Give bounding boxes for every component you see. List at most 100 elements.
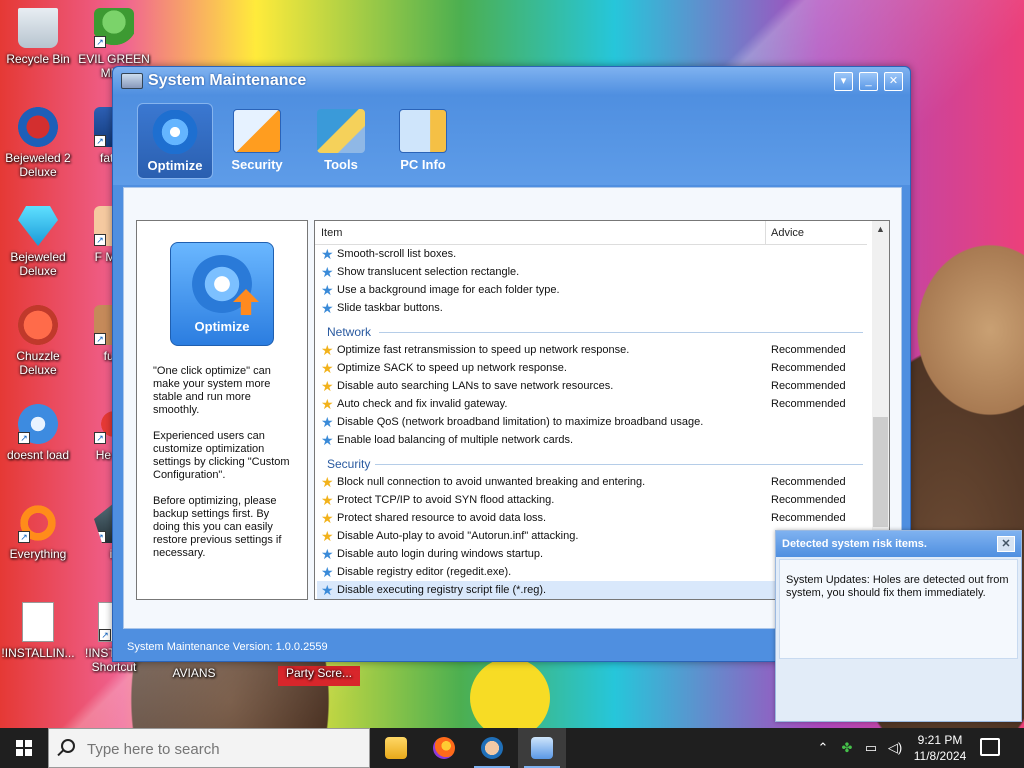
scroll-thumb[interactable] xyxy=(873,417,888,527)
desktop-icon-label: Everything xyxy=(9,547,67,561)
tab-tools[interactable]: Tools xyxy=(303,103,379,179)
desktop-icon-label: Recycle Bin xyxy=(6,52,70,66)
recommended-star-icon: ★ xyxy=(321,528,334,544)
desktop-icon-label: Party Scre... xyxy=(285,666,353,680)
taskbar: ⌃ ✤ ▭ ◁) 9:21 PM 11/8/2024 xyxy=(0,728,1024,768)
list-item-advice: Recommended xyxy=(771,344,846,356)
description-custom: Experienced users can customize optimiza… xyxy=(153,430,290,481)
list-item-text: Protect TCP/IP to avoid SYN flood attack… xyxy=(337,494,555,506)
security-shield-icon xyxy=(233,109,281,153)
desktop-icon-installing[interactable]: !INSTALLIN... xyxy=(0,602,76,660)
notification-title: Detected system risk items. xyxy=(782,538,927,550)
show-hidden-icons-chevron-up-icon[interactable]: ⌃ xyxy=(812,728,834,768)
desktop-icon-label: Chuzzle Deluxe xyxy=(16,349,60,377)
desktop-icon-label: !INSTALLIN... xyxy=(1,646,75,660)
action-center-icon[interactable] xyxy=(980,738,1000,756)
list-item[interactable]: ★ Protect shared resource to avoid data l… xyxy=(317,509,867,527)
desktop-icon-doesnt-load[interactable]: ↗ doesnt load xyxy=(0,404,76,462)
green-men-icon: ↗ xyxy=(94,8,134,48)
list-item-text: Disable executing registry script file (… xyxy=(337,584,547,596)
shortcut-arrow-icon: ↗ xyxy=(94,36,106,48)
optional-star-icon: ★ xyxy=(321,300,334,316)
clock-time: 9:21 PM xyxy=(917,733,963,747)
group-divider xyxy=(375,464,863,465)
list-item-text: Disable auto login during windows startu… xyxy=(337,548,544,560)
desktop-icon-party-screen[interactable]: Party Scre... xyxy=(278,666,360,686)
description-one-click: "One click optimize" can make your syste… xyxy=(153,365,271,416)
tab-optimize[interactable]: Optimize xyxy=(137,103,213,179)
list-item[interactable]: ★ Use a background image for each folder … xyxy=(317,281,867,299)
taskbar-file-explorer[interactable] xyxy=(372,728,420,768)
tab-label: Security xyxy=(231,157,283,172)
notification-close-button[interactable]: ✕ xyxy=(997,536,1015,552)
optional-star-icon: ★ xyxy=(321,582,334,598)
tab-security[interactable]: Security xyxy=(219,103,295,179)
taskbar-cartoon-app[interactable] xyxy=(468,728,516,768)
list-item-text: Enable load balancing of multiple networ… xyxy=(337,434,574,446)
list-item[interactable]: ★ Slide taskbar buttons. xyxy=(317,299,867,317)
list-item[interactable]: ★ Disable auto searching LANs to save net… xyxy=(317,377,867,395)
windows-logo-icon xyxy=(16,740,32,756)
desktop-icon-chuzzle-deluxe[interactable]: Chuzzle Deluxe xyxy=(0,305,76,377)
notification-body: System Updates: Holes are detected out f… xyxy=(779,559,1018,659)
bejeweled-gem-icon xyxy=(18,206,58,246)
desktop-icon-label: AVIANS xyxy=(172,666,216,680)
list-item-advice: Recommended xyxy=(771,362,846,374)
column-header-advice[interactable]: Advice xyxy=(771,227,804,239)
desktop-icon-avians[interactable]: AVIANS xyxy=(156,666,232,680)
list-item-text: Disable auto searching LANs to save netw… xyxy=(337,380,614,392)
list-item[interactable]: ★ Optimize SACK to speed up network respo… xyxy=(317,359,867,377)
optional-star-icon: ★ xyxy=(321,264,334,280)
list-item-advice: Recommended xyxy=(771,512,846,524)
desktop-icon-bejeweled-2-deluxe[interactable]: Bejeweled 2 Deluxe xyxy=(0,107,76,179)
toolbar: Optimize Security Tools PC Info xyxy=(113,95,910,185)
column-divider xyxy=(765,221,766,245)
left-panel: Optimize "One click optimize" can make y… xyxy=(136,220,308,600)
recycle-bin-icon xyxy=(18,8,58,48)
taskbar-search-box[interactable] xyxy=(48,728,370,768)
volume-icon[interactable]: ◁) xyxy=(884,728,906,768)
taskbar-system-maintenance[interactable] xyxy=(518,728,566,768)
scroll-up-arrow-icon[interactable]: ▲ xyxy=(872,221,889,238)
notification-titlebar: Detected system risk items. ✕ xyxy=(776,531,1021,557)
list-item[interactable]: ★ Disable QoS (network broadband limitati… xyxy=(317,413,867,431)
menu-button[interactable]: ▾ xyxy=(834,72,853,91)
desktop-icon-bejeweled-deluxe[interactable]: Bejeweled Deluxe xyxy=(0,206,76,278)
search-input[interactable] xyxy=(87,737,347,761)
list-item-advice: Recommended xyxy=(771,494,846,506)
tab-pc-info[interactable]: PC Info xyxy=(385,103,461,179)
column-header-item[interactable]: Item xyxy=(321,227,342,239)
start-button[interactable] xyxy=(0,728,48,768)
desktop-icon-everything[interactable]: ↗ Everything xyxy=(0,503,76,561)
list-item-text: Disable registry editor (regedit.exe). xyxy=(337,566,512,578)
desktop-icon-label: doesnt load xyxy=(6,448,70,462)
desktop-icon-label: Bejeweled Deluxe xyxy=(10,250,66,278)
clock-date: 11/8/2024 xyxy=(913,749,967,763)
desktop-icon-recycle-bin[interactable]: Recycle Bin xyxy=(0,8,76,66)
close-button[interactable]: ✕ xyxy=(884,72,903,91)
list-item[interactable]: ★ Enable load balancing of multiple netwo… xyxy=(317,431,867,449)
recommended-star-icon: ★ xyxy=(321,378,334,394)
list-item[interactable]: ★ Optimize fast retransmission to speed u… xyxy=(317,341,867,359)
list-item[interactable]: ★ Show translucent selection rectangle. xyxy=(317,263,867,281)
desktop-icon-label: Bejeweled 2 Deluxe xyxy=(5,151,71,179)
optional-star-icon: ★ xyxy=(321,546,334,562)
network-icon[interactable]: ▭ xyxy=(860,728,882,768)
one-click-optimize-button[interactable]: Optimize xyxy=(170,242,274,346)
optimize-gear-icon xyxy=(151,110,199,154)
optional-star-icon: ★ xyxy=(321,564,334,580)
risk-notification-popup: Detected system risk items. ✕ System Upd… xyxy=(775,530,1022,722)
list-item[interactable]: ★ Block null connection to avoid unwanted… xyxy=(317,473,867,491)
version-text: System Maintenance Version: 1.0.0.2559 xyxy=(127,641,328,653)
taskbar-clock[interactable]: 9:21 PM 11/8/2024 xyxy=(908,732,972,764)
taskbar-firefox[interactable] xyxy=(420,728,468,768)
list-item[interactable]: ★ Protect TCP/IP to avoid SYN flood attac… xyxy=(317,491,867,509)
minimize-button[interactable]: _ xyxy=(859,72,878,91)
list-item-text: Show translucent selection rectangle. xyxy=(337,266,520,278)
window-title: System Maintenance xyxy=(148,72,307,89)
window-titlebar[interactable]: System Maintenance ▾ _ ✕ xyxy=(113,67,910,95)
list-item[interactable]: ★ Auto check and fix invalid gateway. Reco… xyxy=(317,395,867,413)
list-item[interactable]: ★ Smooth-scroll list boxes. xyxy=(317,245,867,263)
tray-app-clover-icon[interactable]: ✤ xyxy=(836,728,858,768)
group-header-network: Network xyxy=(327,323,863,341)
